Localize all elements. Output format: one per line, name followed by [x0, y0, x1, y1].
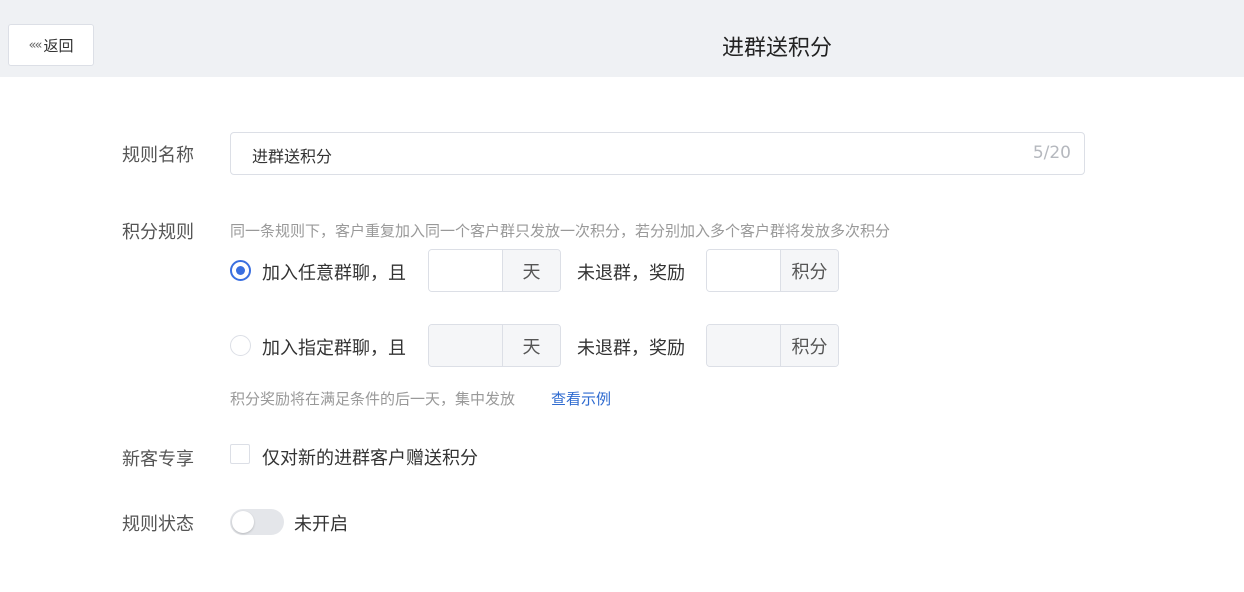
page-title: 进群送积分 — [721, 36, 832, 61]
rule-status-label: 规则状态 — [122, 514, 194, 535]
new-customer-checkbox[interactable] — [230, 444, 250, 464]
new-customer-checkbox-label: 仅对新的进群客户赠送积分 — [262, 448, 478, 469]
radio-specific-group-label: 加入指定群聊，且 — [262, 338, 406, 359]
specific-group-points-input[interactable]: 积分 — [706, 324, 839, 367]
points-rule-hint: 同一条规则下，客户重复加入同一个客户群只发放一次积分，若分别加入多个客户群将发放… — [230, 222, 891, 240]
specific-group-days-field[interactable] — [429, 325, 503, 366]
rule-status-text: 未开启 — [294, 514, 348, 535]
radio-any-group[interactable] — [230, 260, 251, 281]
radio-specific-group[interactable] — [230, 335, 251, 356]
any-group-mid-text: 未退群，奖励 — [577, 263, 685, 284]
specific-group-points-field[interactable] — [707, 325, 781, 366]
specific-group-mid-text: 未退群，奖励 — [577, 338, 685, 359]
any-group-days-field[interactable] — [429, 250, 503, 291]
rule-name-input[interactable]: 进群送积分 5/20 — [230, 132, 1085, 175]
view-example-link[interactable]: 查看示例 — [551, 388, 611, 409]
radio-any-group-label: 加入任意群聊，且 — [262, 263, 406, 284]
points-distribution-note: 积分奖励将在满足条件的后一天，集中发放 — [230, 390, 516, 408]
rule-name-value: 进群送积分 — [252, 147, 333, 166]
switch-knob — [232, 511, 254, 533]
specific-group-days-unit: 天 — [503, 325, 560, 366]
any-group-days-input[interactable]: 天 — [428, 249, 561, 292]
rule-name-counter: 5/20 — [1032, 143, 1071, 163]
new-customer-label: 新客专享 — [122, 449, 194, 470]
rule-name-label: 规则名称 — [122, 145, 194, 166]
header-bar: «« 返回 进群送积分 — [0, 0, 1244, 77]
specific-group-days-input[interactable]: 天 — [428, 324, 561, 367]
any-group-points-unit: 积分 — [781, 250, 838, 291]
any-group-points-field[interactable] — [707, 250, 781, 291]
specific-group-points-unit: 积分 — [781, 325, 838, 366]
any-group-points-input[interactable]: 积分 — [706, 249, 839, 292]
any-group-days-unit: 天 — [503, 250, 560, 291]
points-rule-label: 积分规则 — [122, 222, 194, 243]
rule-status-switch[interactable] — [230, 509, 284, 535]
